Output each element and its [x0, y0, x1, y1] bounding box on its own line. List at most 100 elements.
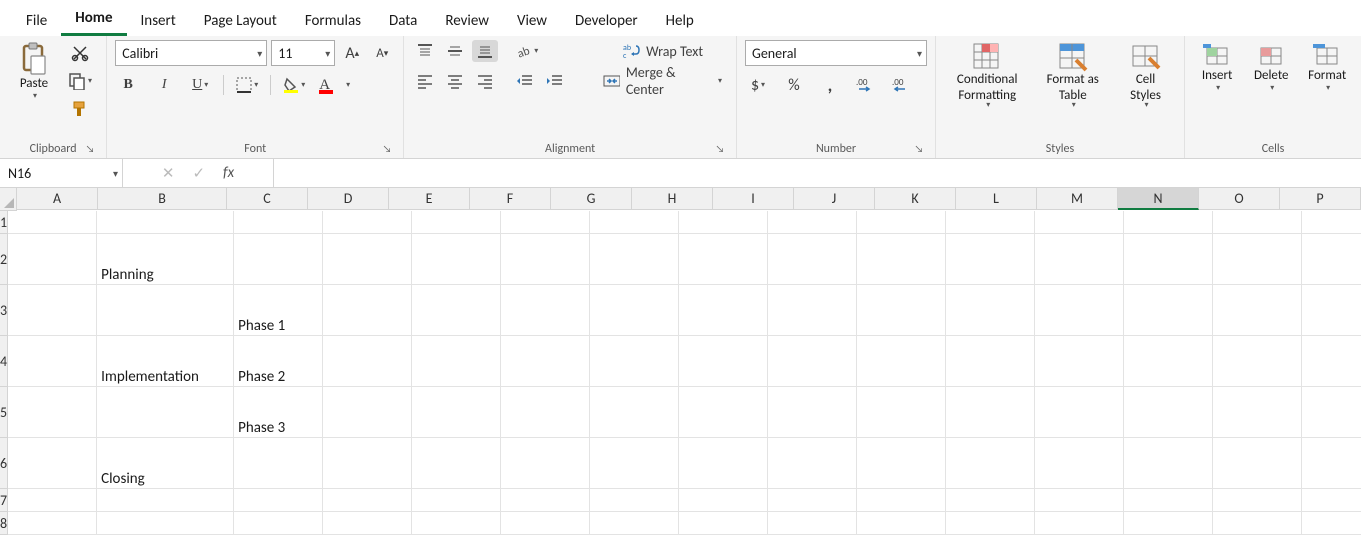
cell-B8[interactable] [97, 512, 234, 535]
cell-D5[interactable] [323, 387, 412, 438]
decrease-indent-button[interactable] [512, 70, 538, 92]
cell-B6[interactable]: Closing [97, 438, 234, 489]
cell-O4[interactable] [1302, 336, 1361, 387]
cell-F5[interactable] [501, 387, 590, 438]
tab-insert[interactable]: Insert [127, 6, 190, 36]
cell-N2[interactable] [1213, 234, 1302, 285]
col-header-F[interactable]: F [470, 188, 551, 210]
percent-format-button[interactable]: % [781, 74, 807, 96]
row-header-5[interactable]: 5 [0, 387, 8, 438]
cell-K4[interactable] [946, 336, 1035, 387]
cell-N3[interactable] [1213, 285, 1302, 336]
cell-B4[interactable]: Implementation [97, 336, 234, 387]
cell-F7[interactable] [501, 489, 590, 512]
col-header-J[interactable]: J [794, 188, 875, 210]
dialog-launcher-icon[interactable]: ↘ [913, 142, 925, 154]
cell-D8[interactable] [323, 512, 412, 535]
cell-N5[interactable] [1213, 387, 1302, 438]
cell-C2[interactable] [234, 234, 323, 285]
cell-L2[interactable] [1035, 234, 1124, 285]
orientation-button[interactable]: ab▾ [512, 40, 540, 62]
cell-H1[interactable] [679, 211, 768, 234]
cell-D4[interactable] [323, 336, 412, 387]
cell-C8[interactable] [234, 512, 323, 535]
cell-C4[interactable]: Phase 2 [234, 336, 323, 387]
align-top-button[interactable] [412, 40, 438, 62]
cell-B7[interactable] [97, 489, 234, 512]
fx-icon[interactable]: fx [223, 164, 234, 182]
row-header-1[interactable]: 1 [0, 211, 8, 234]
font-name-combo[interactable]: Calibri ▾ [115, 40, 267, 66]
cell-H5[interactable] [679, 387, 768, 438]
tab-file[interactable]: File [12, 6, 61, 36]
dialog-launcher-icon[interactable]: ↘ [381, 142, 393, 154]
delete-cells-button[interactable]: Delete ▾ [1247, 40, 1295, 95]
tab-data[interactable]: Data [375, 6, 431, 36]
cell-L5[interactable] [1035, 387, 1124, 438]
row-header-4[interactable]: 4 [0, 336, 8, 387]
cell-E7[interactable] [412, 489, 501, 512]
cell-E2[interactable] [412, 234, 501, 285]
col-header-O[interactable]: O [1199, 188, 1280, 210]
col-header-L[interactable]: L [956, 188, 1037, 210]
tab-formulas[interactable]: Formulas [291, 6, 375, 36]
font-size-combo[interactable]: 11 ▾ [271, 40, 335, 66]
cell-J1[interactable] [857, 211, 946, 234]
bold-button[interactable]: B [115, 74, 141, 96]
cell-E8[interactable] [412, 512, 501, 535]
cell-E3[interactable] [412, 285, 501, 336]
col-header-P[interactable]: P [1280, 188, 1361, 210]
tab-view[interactable]: View [503, 6, 561, 36]
italic-button[interactable]: I [151, 74, 177, 96]
cell-J3[interactable] [857, 285, 946, 336]
cell-G6[interactable] [590, 438, 679, 489]
cell-H3[interactable] [679, 285, 768, 336]
formula-input[interactable] [274, 159, 1361, 187]
row-header-7[interactable]: 7 [0, 489, 8, 512]
cell-H8[interactable] [679, 512, 768, 535]
dialog-launcher-icon[interactable]: ↘ [714, 142, 726, 154]
cell-I3[interactable] [768, 285, 857, 336]
cell-A5[interactable] [8, 387, 97, 438]
cell-M7[interactable] [1124, 489, 1213, 512]
col-header-I[interactable]: I [713, 188, 794, 210]
merge-center-button[interactable]: Merge & Center ▾ [597, 70, 728, 92]
cell-E6[interactable] [412, 438, 501, 489]
cell-J8[interactable] [857, 512, 946, 535]
col-header-H[interactable]: H [632, 188, 713, 210]
col-header-N[interactable]: N [1118, 188, 1199, 210]
increase-decimal-button[interactable]: .00 [853, 74, 879, 96]
cell-G1[interactable] [590, 211, 679, 234]
tab-developer[interactable]: Developer [561, 6, 652, 36]
cell-H7[interactable] [679, 489, 768, 512]
cell-A2[interactable] [8, 234, 97, 285]
increase-font-button[interactable]: A▴ [339, 42, 365, 64]
cell-O6[interactable] [1302, 438, 1361, 489]
cell-O5[interactable] [1302, 387, 1361, 438]
comma-format-button[interactable]: , [817, 74, 843, 96]
format-painter-button[interactable] [66, 98, 94, 120]
underline-button[interactable]: U▾ [187, 74, 213, 96]
cell-I6[interactable] [768, 438, 857, 489]
row-header-8[interactable]: 8 [0, 512, 8, 535]
cell-K2[interactable] [946, 234, 1035, 285]
row-header-6[interactable]: 6 [0, 438, 8, 489]
cell-M8[interactable] [1124, 512, 1213, 535]
cell-G4[interactable] [590, 336, 679, 387]
cell-O2[interactable] [1302, 234, 1361, 285]
tab-help[interactable]: Help [652, 6, 708, 36]
increase-indent-button[interactable] [542, 70, 568, 92]
cell-M5[interactable] [1124, 387, 1213, 438]
align-center-button[interactable] [442, 70, 468, 92]
cell-D6[interactable] [323, 438, 412, 489]
cell-I5[interactable] [768, 387, 857, 438]
cell-F1[interactable] [501, 211, 590, 234]
align-bottom-button[interactable] [472, 40, 498, 62]
align-right-button[interactable] [472, 70, 498, 92]
cell-J5[interactable] [857, 387, 946, 438]
cell-L8[interactable] [1035, 512, 1124, 535]
dialog-launcher-icon[interactable]: ↘ [84, 142, 96, 154]
cells-area[interactable]: PlanningPhase 1ImplementationPhase 2Phas… [8, 211, 1361, 535]
cell-I2[interactable] [768, 234, 857, 285]
cell-D3[interactable] [323, 285, 412, 336]
